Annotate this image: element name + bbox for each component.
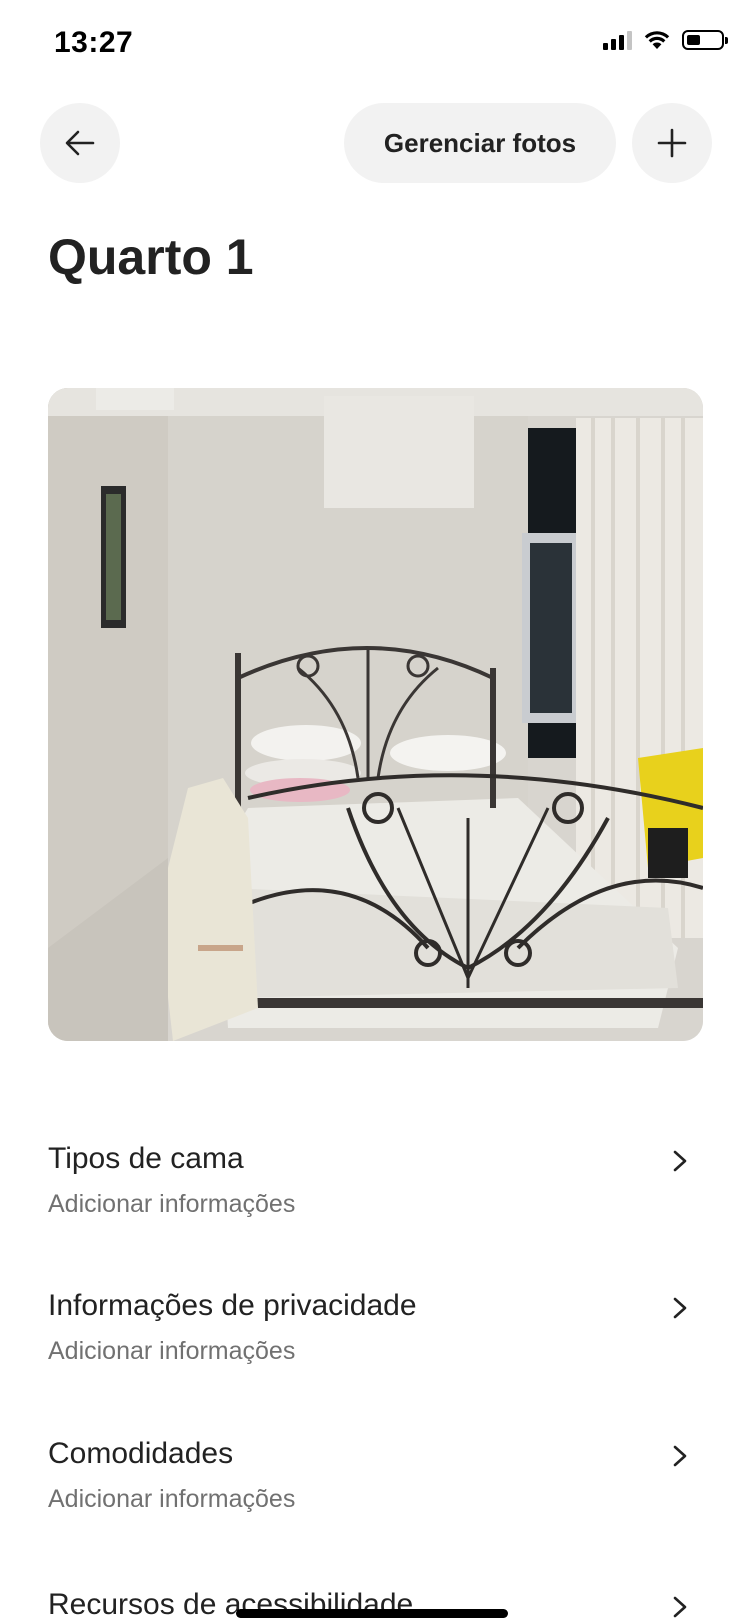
cellular-signal-icon: [603, 30, 632, 50]
chevron-right-icon: [673, 1596, 687, 1618]
row-subtitle: Adicionar informações: [48, 1190, 296, 1218]
status-time: 13:27: [54, 26, 134, 59]
back-button[interactable]: [40, 103, 120, 183]
home-indicator: [236, 1609, 508, 1618]
chevron-right-icon: [673, 1150, 687, 1172]
plus-icon: [657, 128, 687, 158]
wifi-icon: [644, 31, 670, 49]
chevron-right-icon: [673, 1297, 687, 1319]
room-photo-image: [48, 388, 703, 1041]
battery-icon: [682, 30, 728, 50]
row-subtitle: Adicionar informações: [48, 1337, 296, 1365]
row-amenities[interactable]: Comodidades Adicionar informações: [48, 1437, 703, 1527]
arrow-left-icon: [65, 130, 95, 156]
status-icons: [603, 30, 728, 50]
row-title: Tipos de cama: [48, 1142, 244, 1175]
page-title: Quarto 1: [48, 229, 254, 285]
row-subtitle: Adicionar informações: [48, 1485, 296, 1513]
row-title: Informações de privacidade: [48, 1289, 417, 1322]
row-bed-types[interactable]: Tipos de cama Adicionar informações: [48, 1142, 703, 1232]
manage-photos-button[interactable]: Gerenciar fotos: [344, 103, 616, 183]
row-title: Comodidades: [48, 1437, 234, 1470]
chevron-right-icon: [673, 1445, 687, 1467]
battery-level: [687, 35, 700, 45]
status-bar: 13:27: [0, 0, 750, 90]
add-photo-button[interactable]: [632, 103, 712, 183]
row-privacy-info[interactable]: Informações de privacidade Adicionar inf…: [48, 1289, 703, 1379]
room-photo[interactable]: [48, 388, 703, 1041]
